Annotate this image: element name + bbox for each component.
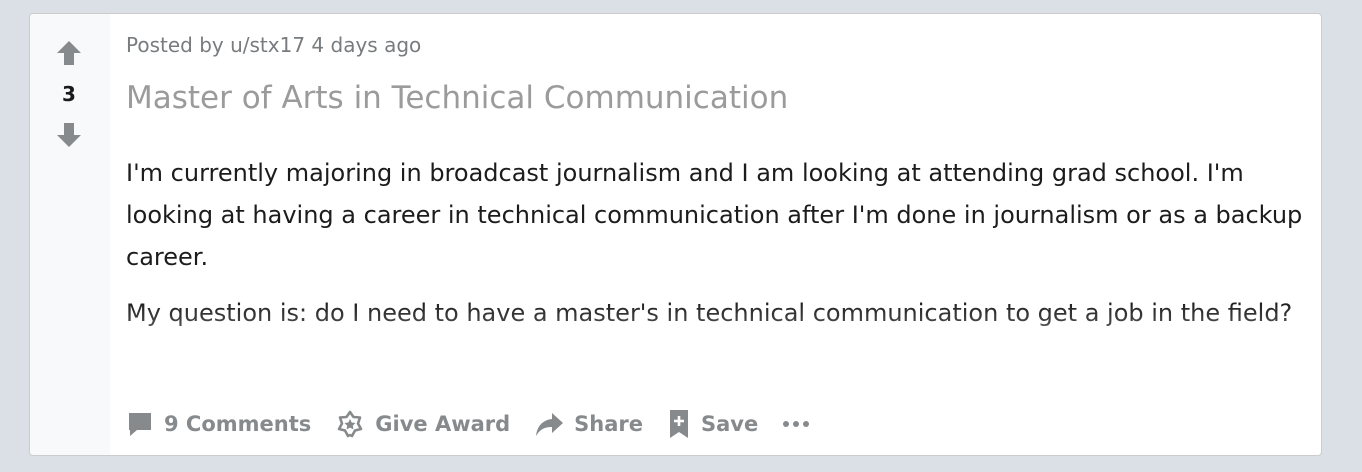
post-body[interactable]: I'm currently majoring in broadcast jour… — [126, 152, 1307, 382]
post-age-link[interactable]: 4 days ago — [311, 33, 421, 57]
comments-label: 9 Comments — [164, 412, 312, 436]
upvote-arrow-icon — [57, 41, 81, 65]
post-meta: Posted by u/stx17 4 days ago — [126, 33, 421, 57]
post-card[interactable]: 3 Posted by u/stx17 4 days ago Master of… — [29, 13, 1322, 456]
post-body-paragraph: My question is: do I need to have a mast… — [126, 299, 1293, 327]
award-icon — [335, 409, 365, 439]
more-dots-icon — [783, 421, 810, 427]
post-content: Posted by u/stx17 4 days ago Master of A… — [126, 14, 1307, 455]
vote-score: 3 — [62, 82, 76, 106]
give-award-label: Give Award — [375, 412, 511, 436]
downvote-button[interactable] — [55, 121, 83, 149]
share-arrow-icon — [534, 410, 564, 438]
share-label: Share — [574, 412, 644, 436]
vote-column: 3 — [30, 14, 110, 455]
save-label: Save — [701, 412, 759, 436]
downvote-arrow-icon — [57, 123, 81, 147]
share-button[interactable]: Share — [534, 410, 643, 438]
post-title[interactable]: Master of Arts in Technical Communicatio… — [126, 80, 788, 116]
author-link[interactable]: u/stx17 — [230, 33, 305, 57]
more-options-button[interactable] — [782, 419, 810, 429]
upvote-button[interactable] — [55, 39, 83, 67]
comment-bubble-icon — [126, 410, 154, 438]
post-body-paragraph: I'm currently majoring in broadcast jour… — [126, 159, 1303, 271]
comments-button[interactable]: 9 Comments — [126, 410, 311, 438]
post-actions: 9 Comments Give Award Share Save — [126, 406, 810, 442]
posted-by-label: Posted by — [126, 33, 224, 57]
bookmark-icon — [667, 408, 691, 440]
give-award-button[interactable]: Give Award — [335, 409, 510, 439]
save-button[interactable]: Save — [667, 408, 758, 440]
